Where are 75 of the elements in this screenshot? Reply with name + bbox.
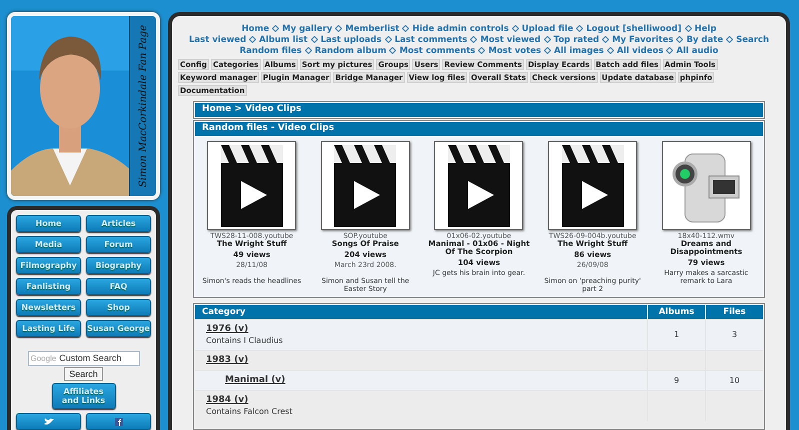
banner-title: Simon MacCorkindale Fan Page: [136, 24, 150, 188]
nav-link[interactable]: Memberlist: [345, 24, 400, 34]
nav-link[interactable]: Last viewed: [189, 34, 246, 44]
bird-icon: [44, 418, 54, 426]
nav-button[interactable]: Filmography: [16, 257, 81, 274]
nav-button[interactable]: FAQ: [86, 278, 151, 295]
nav-link[interactable]: My gallery: [282, 24, 332, 34]
separator-icon: [272, 25, 280, 32]
table-cell: 1: [674, 329, 680, 341]
nav-link[interactable]: All images: [554, 46, 604, 56]
table-cell: 9: [674, 374, 680, 386]
separator-icon: [726, 36, 734, 43]
nav-link[interactable]: Top rated: [554, 34, 600, 44]
nav-link[interactable]: All audio: [676, 46, 718, 56]
category-link[interactable]: 1976 (v): [206, 324, 248, 335]
table-cell: 3: [732, 329, 738, 341]
thumbnail-frame[interactable]: [434, 141, 524, 230]
nav-button[interactable]: Shop: [86, 299, 151, 316]
nav-link[interactable]: Last uploads: [320, 34, 382, 44]
category-description: Contains I Claudius: [206, 335, 284, 346]
category-link[interactable]: 1984 (v): [206, 395, 248, 406]
nav-link[interactable]: Home: [242, 24, 270, 34]
nav-link[interactable]: Help: [694, 24, 716, 34]
nav-link[interactable]: Album list: [259, 34, 308, 44]
separator-icon: [512, 25, 519, 32]
affiliates-button[interactable]: Affiliates and Links: [52, 383, 116, 409]
nav-link[interactable]: Random album: [314, 46, 386, 56]
search-input[interactable]: Custom Search: [59, 352, 130, 366]
nav-button[interactable]: Fanlisting: [16, 278, 81, 295]
nav-link[interactable]: Most votes: [488, 46, 542, 56]
clapperboard-play-icon: [448, 144, 510, 226]
nav-button[interactable]: Lasting Life: [16, 320, 81, 337]
search-button[interactable]: Search: [64, 367, 103, 381]
nav-button[interactable]: Articles: [86, 215, 151, 232]
nav-button[interactable]: Home: [16, 215, 81, 232]
nav-button[interactable]: Media: [16, 236, 81, 253]
nav-button[interactable]: Newsletters: [16, 299, 81, 316]
category-link[interactable]: Manimal (v): [225, 375, 286, 386]
nav-link[interactable]: Most comments: [399, 46, 476, 56]
clapperboard-play-icon: [334, 144, 396, 226]
column-header: Files: [723, 306, 746, 318]
facebook-icon: [114, 418, 122, 426]
nav-link[interactable]: By date: [686, 34, 724, 44]
separator-icon: [576, 25, 584, 32]
search-field[interactable]: Google Custom Search: [28, 351, 140, 366]
social-button[interactable]: [16, 413, 81, 430]
nav-button[interactable]: Susan George: [86, 320, 151, 337]
nav-link[interactable]: Upload file: [522, 24, 574, 34]
nav-link[interactable]: Last comments: [394, 34, 468, 44]
breadcrumb[interactable]: Home > Video Clips: [202, 103, 302, 117]
clapperboard-play-icon: [562, 144, 624, 226]
nav-link[interactable]: Logout [shelliwood]: [586, 24, 682, 34]
category-description: Contains Falcon Crest: [206, 406, 294, 417]
column-header: Albums: [658, 306, 694, 318]
nav-link[interactable]: Most viewed: [480, 34, 541, 44]
nav-link[interactable]: Random files: [240, 46, 302, 56]
thumbnail-frame[interactable]: [548, 141, 638, 230]
nav-link[interactable]: Search: [736, 34, 769, 44]
nav-link[interactable]: My Favorites: [612, 34, 674, 44]
table-cell: 10: [729, 374, 740, 386]
nav-link[interactable]: All videos: [616, 46, 664, 56]
nav-button[interactable]: Biography: [86, 257, 151, 274]
clapperboard-play-icon: [220, 144, 283, 226]
separator-icon: [249, 36, 256, 43]
nav-button[interactable]: Forum: [86, 236, 151, 253]
section-title: Random files - Video Clips: [202, 122, 334, 136]
thumbnail-frame[interactable]: [320, 141, 410, 230]
category-link[interactable]: 1983 (v): [206, 355, 248, 366]
thumbnail-frame[interactable]: [662, 141, 751, 230]
separator-icon: [402, 25, 410, 32]
column-header: Category: [202, 306, 246, 318]
separator-icon: [335, 25, 342, 32]
thumbnail-frame[interactable]: [207, 141, 296, 230]
nav-link[interactable]: Hide admin controls: [412, 24, 509, 34]
search-brand: Google: [30, 352, 56, 364]
